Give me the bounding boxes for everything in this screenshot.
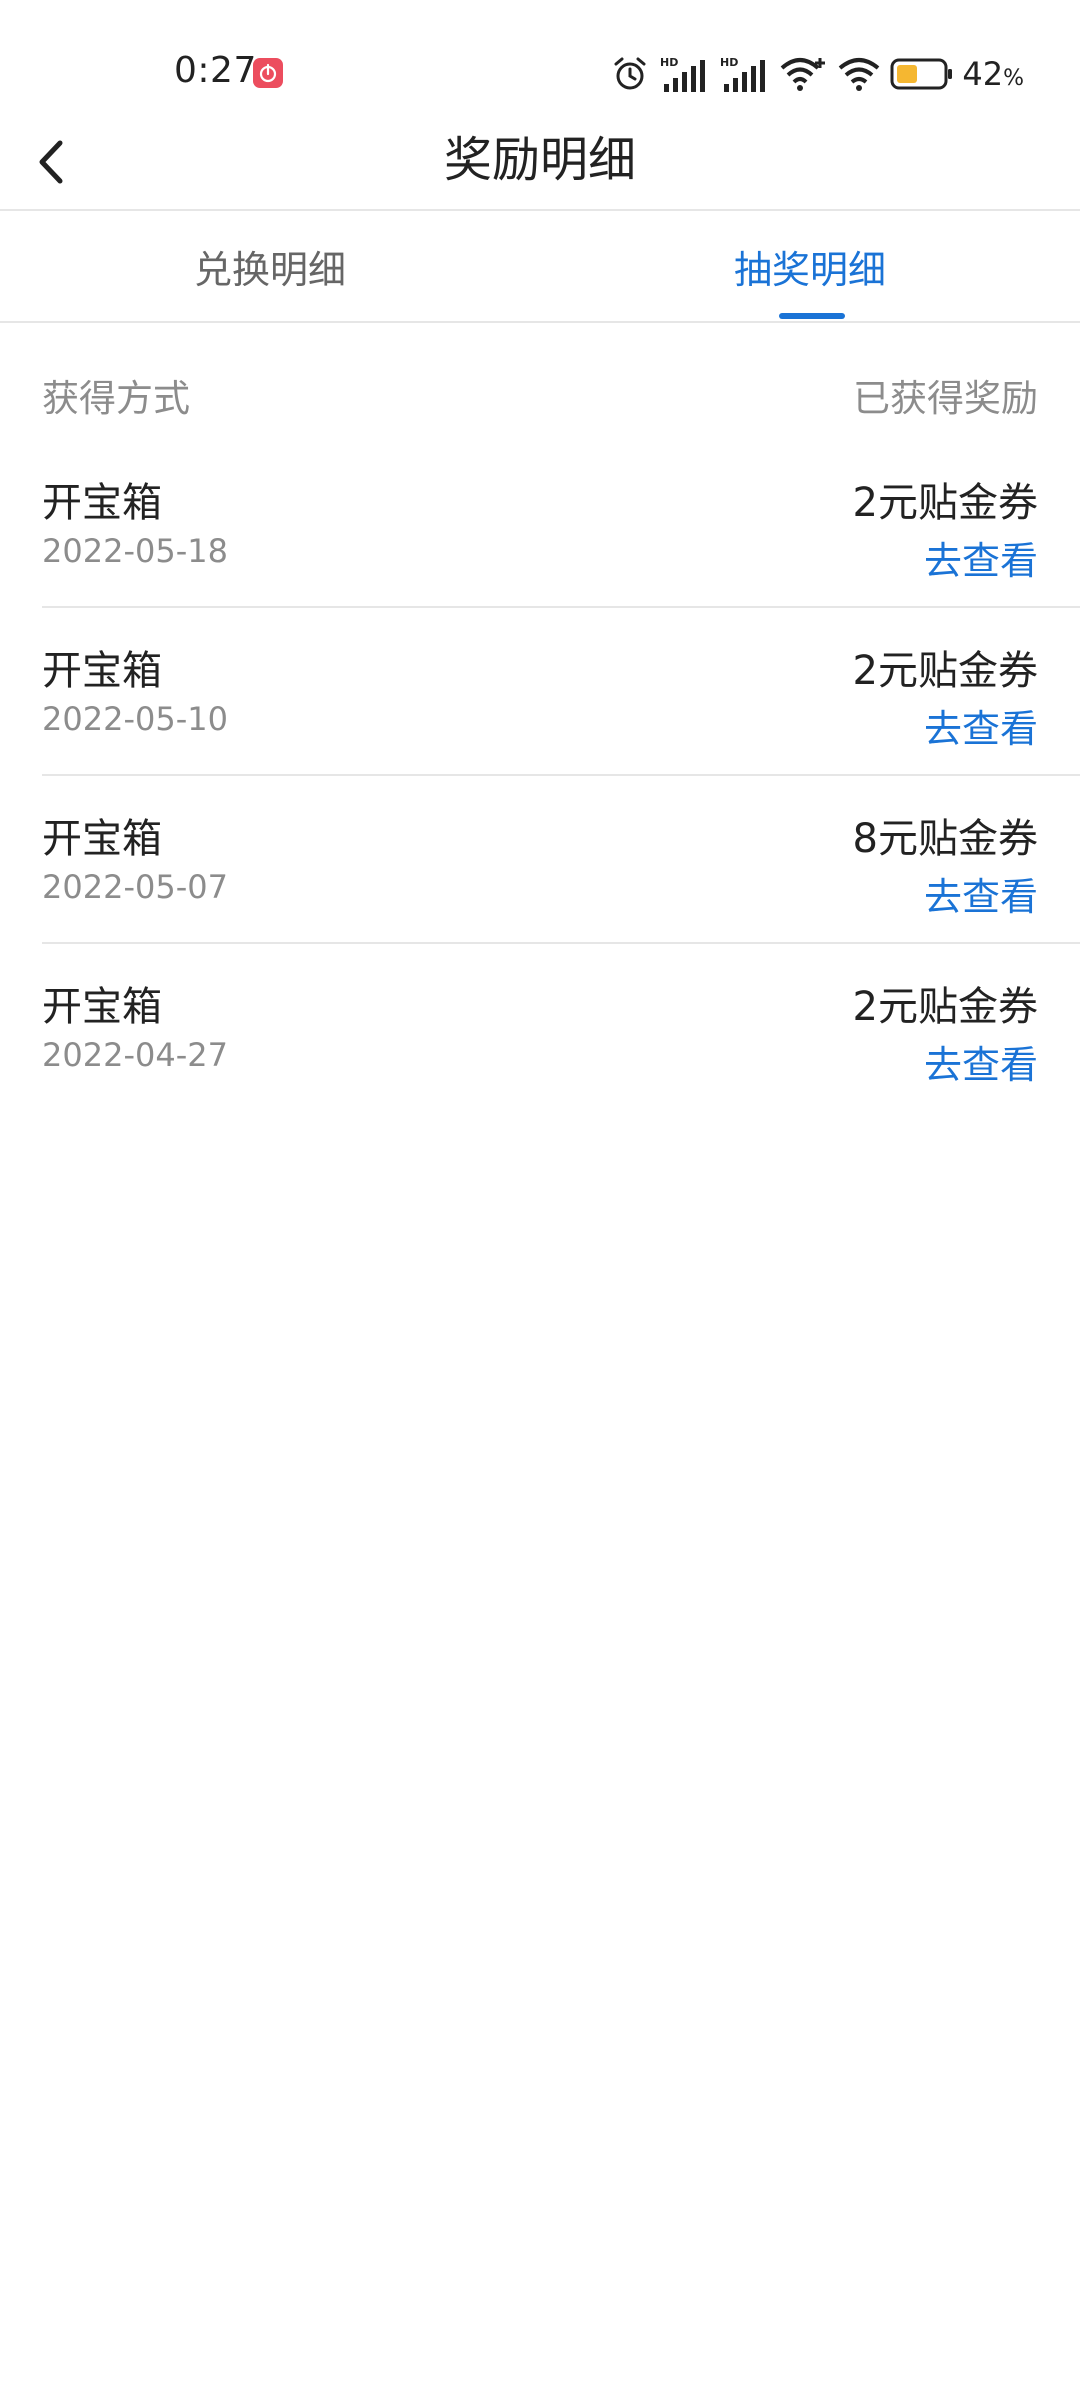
tab-bar: 兑换明细 抽奖明细 (0, 211, 1080, 321)
list-item: 开宝箱 2022-05-07 8元贴金券 去查看 (0, 776, 1080, 944)
hd-signal-icon: HD (720, 54, 770, 94)
battery-percent: 42% (962, 55, 1024, 93)
row-method: 开宝箱 (42, 816, 162, 862)
alarm-icon (610, 54, 650, 94)
svg-text:HD: HD (720, 56, 738, 69)
status-bar: 0:27 HD HD 42% (0, 0, 1080, 140)
divider (0, 321, 1080, 323)
svg-text:HD: HD (660, 56, 678, 69)
view-button[interactable]: 去查看 (924, 866, 1038, 921)
row-method: 开宝箱 (42, 648, 162, 694)
column-header-reward: 已获得奖励 (853, 377, 1038, 420)
row-date: 2022-05-10 (42, 700, 228, 738)
status-icons: HD HD 42% (600, 54, 1024, 94)
wifi-icon (838, 54, 880, 94)
view-button[interactable]: 去查看 (924, 698, 1038, 753)
active-tab-indicator (779, 313, 845, 319)
title-bar: 奖励明细 (0, 120, 1080, 210)
battery-icon (890, 57, 954, 91)
hd-signal-icon: HD (660, 54, 710, 94)
row-reward: 8元贴金券 (852, 816, 1038, 862)
row-reward: 2元贴金券 (852, 984, 1038, 1030)
status-time: 0:27 (174, 50, 257, 91)
row-method: 开宝箱 (42, 480, 162, 526)
row-reward: 2元贴金券 (852, 480, 1038, 526)
view-button[interactable]: 去查看 (924, 530, 1038, 585)
wifi-plus-icon (780, 54, 828, 94)
row-date: 2022-05-07 (42, 868, 228, 906)
list-item: 开宝箱 2022-05-10 2元贴金券 去查看 (0, 608, 1080, 776)
view-button[interactable]: 去查看 (924, 1034, 1038, 1089)
list-item: 开宝箱 2022-04-27 2元贴金券 去查看 (0, 944, 1080, 1112)
tab-exchange-details[interactable]: 兑换明细 (0, 211, 540, 321)
page-title: 奖励明细 (443, 132, 636, 188)
column-header-method: 获得方式 (42, 377, 190, 420)
list-header: 获得方式 已获得奖励 (42, 368, 1038, 420)
row-method: 开宝箱 (42, 984, 162, 1030)
row-reward: 2元贴金券 (852, 648, 1038, 694)
tab-lottery-details[interactable]: 抽奖明细 (540, 211, 1080, 321)
list-item: 开宝箱 2022-05-18 2元贴金券 去查看 (0, 440, 1080, 608)
reward-list: 开宝箱 2022-05-18 2元贴金券 去查看 开宝箱 2022-05-10 … (0, 440, 1080, 1112)
app-notification-icon (253, 58, 283, 88)
row-date: 2022-05-18 (42, 532, 228, 570)
row-date: 2022-04-27 (42, 1036, 228, 1074)
